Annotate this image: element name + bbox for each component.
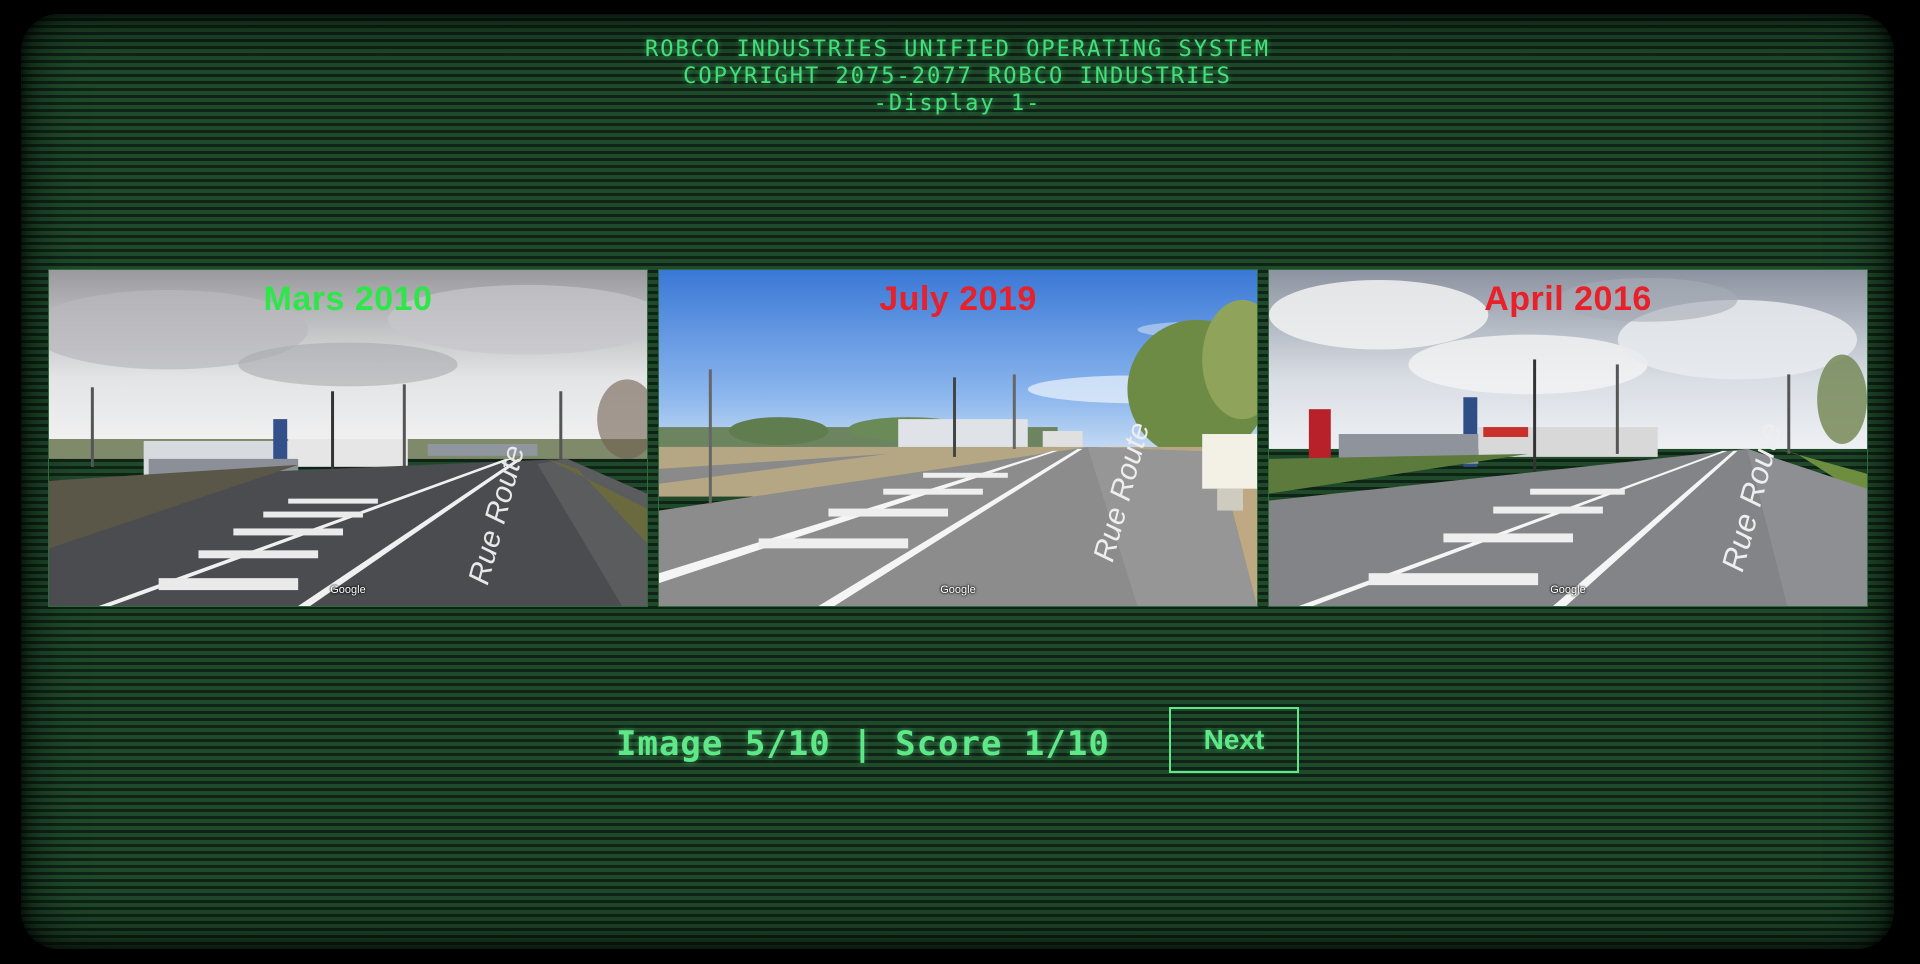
progress-score-text: Image 5/10 | Score 1/10 — [616, 724, 1110, 764]
image-panel-2[interactable]: Rue Route July 2019 Google — [658, 269, 1258, 607]
next-button[interactable]: Next — [1169, 707, 1299, 773]
google-watermark: Google — [330, 584, 366, 596]
status-row: Image 5/10 | Score 1/10 Next — [21, 707, 1894, 777]
crt-screen: ROBCO INDUSTRIES UNIFIED OPERATING SYSTE… — [21, 14, 1894, 949]
system-header: ROBCO INDUSTRIES UNIFIED OPERATING SYSTE… — [21, 36, 1894, 117]
header-copyright: COPYRIGHT 2075-2077 ROBCO INDUSTRIES — [683, 64, 1232, 89]
image-panel-3[interactable]: Rue Route April 2016 Google — [1268, 269, 1868, 607]
header-display-label: -Display 1- — [873, 91, 1042, 116]
panel-date-label: Mars 2010 — [263, 280, 433, 318]
street-view-photo: Rue Route — [1269, 270, 1867, 606]
image-panels: Rue Route Mars 2010 Google Rue Route Jul… — [48, 269, 1868, 607]
google-watermark: Google — [940, 584, 976, 596]
image-panel-1[interactable]: Rue Route Mars 2010 Google — [48, 269, 648, 607]
panel-date-label: July 2019 — [879, 280, 1037, 318]
panel-date-label: April 2016 — [1484, 280, 1652, 318]
google-watermark: Google — [1550, 584, 1586, 596]
street-view-photo: Rue Route — [659, 270, 1257, 606]
street-view-photo: Rue Route — [49, 270, 647, 606]
header-title: ROBCO INDUSTRIES UNIFIED OPERATING SYSTE… — [644, 37, 1271, 62]
